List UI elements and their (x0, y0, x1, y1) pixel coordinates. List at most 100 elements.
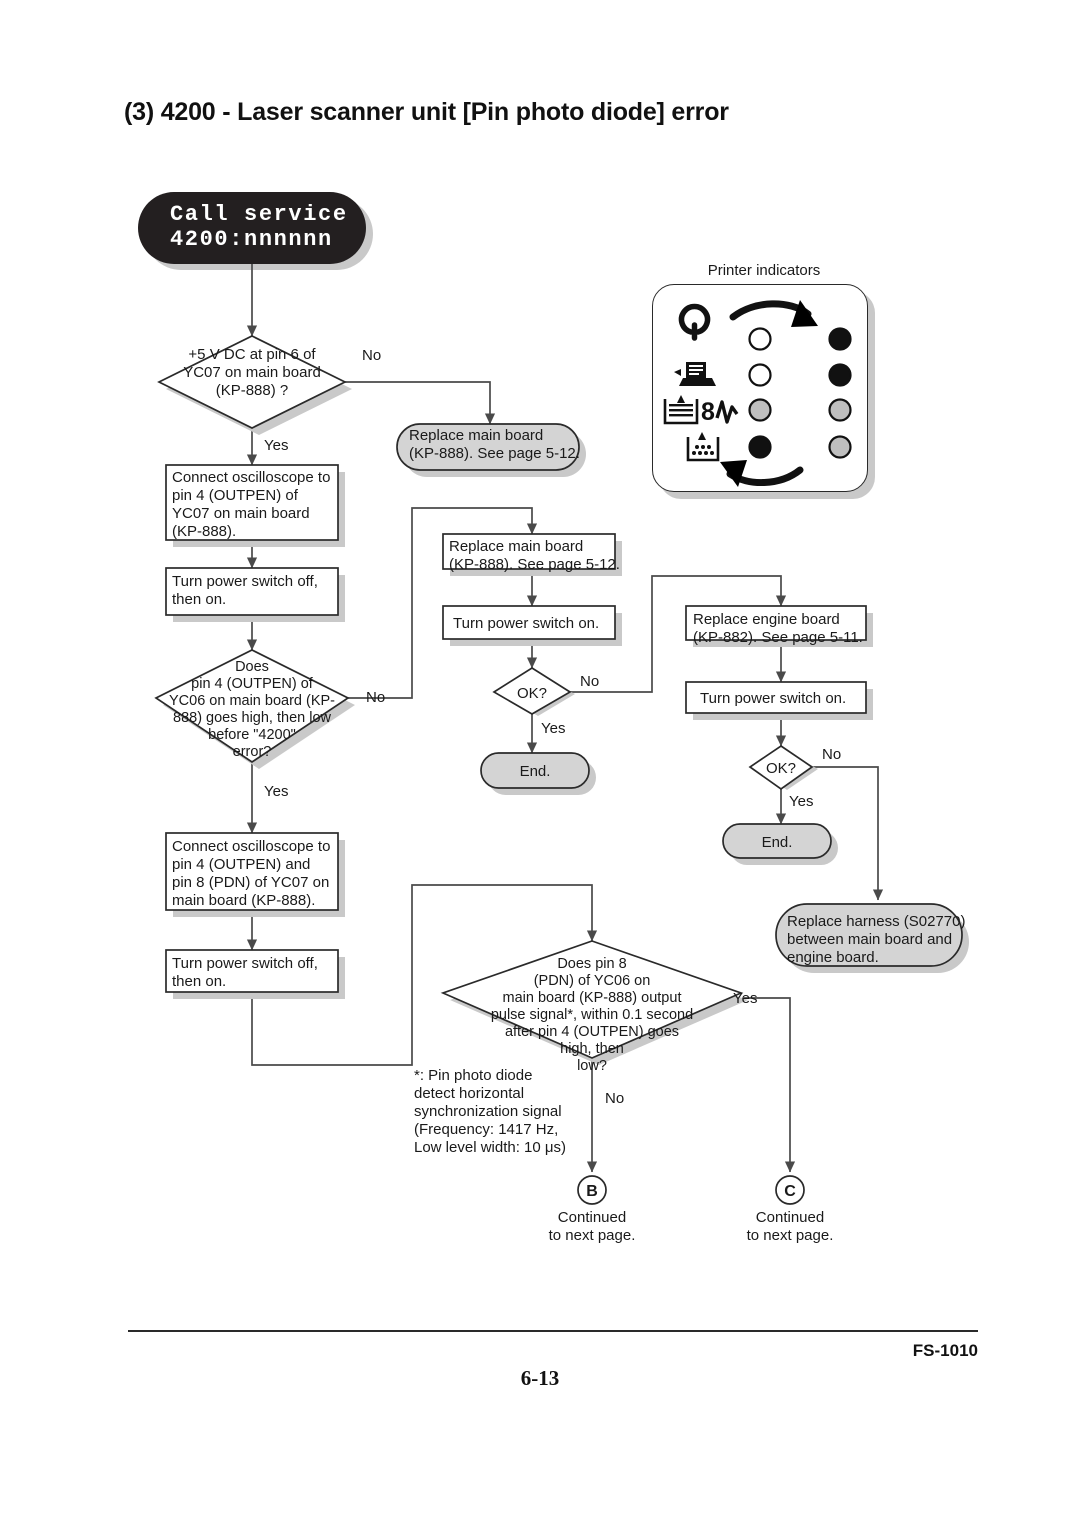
process-3-line-2: pin 4 (OUTPEN) and (172, 856, 310, 873)
process-power-cycle-1: Turn power switch off, then on. (165, 567, 339, 616)
decision-3-line-3: main board (KP-888) output (503, 990, 682, 1006)
indicator-led-r2-left (748, 363, 772, 387)
decision-ok-right: OK? (748, 744, 814, 791)
right-1-line-1: Replace engine board (693, 611, 840, 628)
footer-model-label: FS-1010 (912, 1341, 978, 1360)
footnote-line-1: *: Pin photo diode (414, 1067, 532, 1084)
footer-page-number: 6-13 (520, 1366, 560, 1390)
decision-pin4-outpen-yc06: Does pin 4 (OUTPEN) of YC06 on main boar… (154, 649, 350, 764)
connector-c: C Continued to next page. (747, 1175, 834, 1244)
process-1-line-1: Connect oscilloscope to (172, 469, 330, 486)
terminal-replace-main-board-1: Replace main board (KP-888). See page 5-… (396, 423, 580, 471)
toner-icon (686, 432, 720, 462)
footnote-line-2: detect horizontal (414, 1085, 524, 1102)
right-2-line-1: Turn power switch on. (700, 690, 846, 707)
flowchart-canvas: +5 V DC at pin 6 of YC07 on main board (… (154, 264, 969, 1244)
decision-1-line-3: (KP-888) ? (216, 382, 289, 399)
paper-tray-icon (663, 395, 699, 425)
decision-1-yes-label: Yes (264, 437, 288, 454)
terminal-1-line-1: Replace main board (409, 427, 543, 444)
process-4-line-2: then on. (172, 973, 226, 990)
harness-line-2: between main board and (787, 931, 952, 948)
decision-5v-dc-pin6: +5 V DC at pin 6 of YC07 on main board (… (157, 335, 347, 429)
process-power-cycle-2: Turn power switch off, then on. (165, 949, 339, 993)
decision-1-line-2: YC07 on main board (183, 364, 321, 381)
decision-2-no-label: No (366, 689, 385, 706)
connector-b-caption-2: to next page. (549, 1227, 636, 1244)
decision-2-line-1: Does (235, 659, 269, 675)
decision-2-line-3: YC06 on main board (KP- (169, 693, 335, 709)
indicator-led-r1-left (748, 327, 772, 351)
terminal-end-right: End. (722, 823, 832, 859)
end-mid-label: End. (520, 763, 551, 780)
decision-2-line-2: pin 4 (OUTPEN) of (191, 676, 314, 692)
indicator-panel-contents: 8 (663, 300, 852, 487)
decision-3-line-1: Does pin 8 (557, 956, 626, 972)
decision-ok-middle: OK? (492, 666, 572, 715)
counterclockwise-arrow-icon (720, 460, 804, 487)
power-ready-icon (678, 303, 711, 341)
ok-mid-yes-label: Yes (541, 720, 565, 737)
right-1-line-2: (KP-882). See page 5-11. (693, 629, 863, 646)
decision-3-line-2: (PDN) of YC06 on (534, 973, 651, 989)
decision-1-no-label: No (362, 347, 381, 364)
connector-c-letter: C (784, 1183, 796, 1200)
indicator-led-r1-right (828, 327, 852, 351)
terminal-end-middle: End. (480, 752, 590, 789)
terminal-1-line-2: (KP-888). See page 5-12. (409, 445, 580, 462)
process-replace-engine-board: Replace engine board (KP-882). See page … (685, 605, 867, 646)
process-3-line-4: main board (KP-888). (172, 892, 315, 909)
terminal-replace-harness: Replace harness (S02770) between main bo… (775, 903, 965, 967)
process-3-line-3: pin 8 (PDN) of YC07 on (172, 874, 329, 891)
attention-icon: 8 (701, 398, 739, 426)
decision-1-line-1: +5 V DC at pin 6 of (188, 346, 316, 363)
footnote-line-4: (Frequency: 1417 Hz, (414, 1121, 558, 1138)
decision-2-line-4: 888) goes high, then low (173, 710, 332, 726)
connector-b-letter: B (586, 1183, 598, 1200)
mid-2-line-1: Turn power switch on. (453, 615, 599, 632)
indicator-led-r3-right (828, 398, 852, 422)
process-1-line-2: pin 4 (OUTPEN) of (172, 487, 299, 504)
process-connect-oscilloscope-pin4: Connect oscilloscope to pin 4 (OUTPEN) o… (165, 464, 339, 541)
manual-page: (3) 4200 - Laser scanner unit [Pin photo… (0, 0, 1080, 1528)
process-3-line-1: Connect oscilloscope to (172, 838, 330, 855)
connector-b-caption-1: Continued (558, 1209, 626, 1226)
end-right-label: End. (762, 834, 793, 851)
clockwise-arrow-icon (729, 300, 818, 327)
indicator-led-r4-left (748, 435, 772, 459)
indicator-led-r4-right (828, 435, 852, 459)
footnote-line-3: synchronization signal (414, 1103, 562, 1120)
process-turn-power-on-right: Turn power switch on. (685, 681, 867, 714)
footnote-line-5: Low level width: 10 μs) (414, 1139, 566, 1156)
decision-2-line-5: before "4200" (208, 727, 296, 743)
data-paper-feed-icon (674, 362, 716, 386)
decision-3-yes-label: Yes (733, 990, 757, 1007)
decision-3-line-6: high, then (560, 1041, 624, 1057)
process-2-line-2: then on. (172, 591, 226, 608)
connector-c-caption-1: Continued (756, 1209, 824, 1226)
decision-ok-right-label: OK? (766, 760, 796, 777)
process-1-line-4: (KP-888). (172, 523, 236, 540)
footnote-pin-photo-diode: *: Pin photo diode detect horizontal syn… (414, 1067, 566, 1156)
mid-1-line-1: Replace main board (449, 538, 583, 555)
process-replace-main-board: Replace main board (KP-888). See page 5-… (442, 533, 620, 573)
decision-3-line-7: low? (577, 1058, 607, 1074)
svg-text:8: 8 (701, 398, 715, 426)
decision-3-no-label: No (605, 1090, 624, 1107)
indicator-led-r3-left (748, 398, 772, 422)
decision-ok-mid-label: OK? (517, 685, 547, 702)
harness-line-1: Replace harness (S02770) (787, 913, 965, 930)
process-1-line-3: YC07 on main board (172, 505, 310, 522)
process-4-line-1: Turn power switch off, (172, 955, 318, 972)
connector-c-caption-2: to next page. (747, 1227, 834, 1244)
process-turn-power-on-mid: Turn power switch on. (442, 605, 616, 640)
decision-3-line-5: after pin 4 (OUTPEN) goes (505, 1024, 679, 1040)
decision-2-line-6: error? (233, 744, 272, 760)
indicator-led-r2-right (828, 363, 852, 387)
process-2-line-1: Turn power switch off, (172, 573, 318, 590)
decision-pin8-pdn-pulse: Does pin 8 (PDN) of YC06 on main board (… (440, 940, 744, 1074)
harness-line-3: engine board. (787, 949, 879, 966)
footer-divider (128, 1330, 978, 1332)
mid-1-line-2: (KP-888). See page 5-12. (449, 556, 620, 573)
process-connect-oscilloscope-pin4-pin8: Connect oscilloscope to pin 4 (OUTPEN) a… (165, 832, 339, 911)
